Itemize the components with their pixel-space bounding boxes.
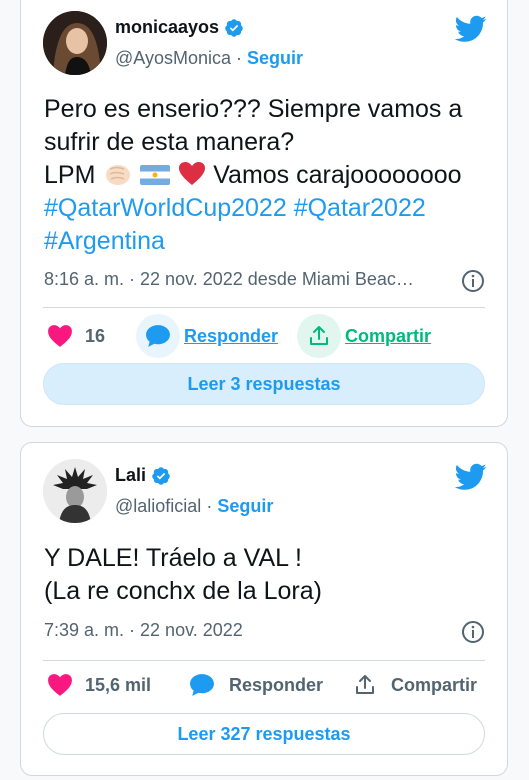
like-count: 15,6 mil	[85, 674, 152, 695]
tweet-text: Y DALE! Tráelo a VAL ! (La re conchx de …	[44, 542, 493, 608]
tweet-text-line: #QatarWorldCup2022 #Qatar2022	[44, 192, 493, 225]
tweet-text-line: sufrir de esta manera?	[44, 128, 295, 156]
separator: ·	[236, 48, 243, 68]
divider	[43, 307, 485, 308]
tweet-text-segment: Vamos carajoooooooo	[213, 161, 462, 189]
hashtag-link[interactable]: #QatarWorldCup2022	[44, 194, 287, 222]
punch-light-skin-emoji	[106, 165, 131, 185]
info-icon[interactable]	[461, 269, 485, 293]
timestamp[interactable]: 8:16 a. m. · 22 nov. 2022 desde Miami Be…	[44, 269, 414, 290]
heart-icon	[48, 674, 72, 696]
like-button[interactable]: 16	[47, 314, 105, 358]
timestamp[interactable]: 7:39 a. m. · 22 nov. 2022	[44, 620, 243, 641]
share-button[interactable]: Compartir	[297, 314, 431, 358]
reply-icon-pill	[136, 314, 180, 358]
hashtag-link[interactable]: #Argentina	[44, 227, 165, 255]
avatar[interactable]	[43, 11, 107, 75]
tweet-text-line: LPM Vamos carajoooooooo	[44, 159, 493, 192]
follow-link[interactable]: Seguir	[247, 48, 303, 68]
argentina-flag-emoji	[140, 165, 171, 185]
tweet-text-line: (La re conchx de la Lora)	[44, 577, 322, 605]
reply-label[interactable]: Responder	[229, 675, 323, 696]
display-name[interactable]: Lali	[115, 465, 146, 486]
handle[interactable]: @AyosMonica	[115, 48, 231, 68]
tweet-text-line: Y DALE! Tráelo a VAL !	[44, 544, 303, 572]
divider	[43, 660, 485, 661]
reply-label[interactable]: Responder	[184, 326, 278, 347]
tweet-card[interactable]: Lali @lalioficial · Seguir Y DALE! Tráel…	[20, 442, 508, 776]
verified-badge-icon	[152, 466, 170, 485]
share-button[interactable]: Compartir	[353, 663, 477, 707]
read-replies-button[interactable]: Leer 327 respuestas	[43, 713, 485, 755]
twitter-bird-icon[interactable]	[455, 15, 487, 43]
display-name[interactable]: monicaayos	[115, 17, 219, 38]
follow-link[interactable]: Seguir	[217, 496, 273, 516]
twitter-bird-icon[interactable]	[455, 463, 487, 491]
verified-badge-icon	[225, 18, 243, 37]
tweet-text: Pero es enserio??? Siempre vamos a sufri…	[44, 93, 493, 258]
info-icon[interactable]	[461, 620, 485, 644]
reply-button[interactable]: Responder	[136, 314, 278, 358]
separator: ·	[206, 496, 213, 516]
tweet-text-segment: LPM	[44, 161, 96, 189]
handle[interactable]: @lalioficial	[115, 496, 201, 516]
tweet-text-line: Pero es enserio??? Siempre vamos a	[44, 95, 463, 123]
tweet-text-line: #Argentina	[44, 225, 493, 258]
reply-button[interactable]: Responder	[189, 663, 323, 707]
like-button[interactable]: 15,6 mil	[47, 663, 151, 707]
tweet-card[interactable]: monicaayos @AyosMonica · Seguir Pero es …	[20, 0, 508, 427]
hashtag-link[interactable]: #Qatar2022	[294, 194, 426, 222]
share-label[interactable]: Compartir	[391, 675, 477, 696]
like-count: 16	[85, 325, 106, 346]
speech-bubble-icon	[190, 674, 214, 696]
share-upload-icon	[310, 326, 328, 345]
share-icon-pill	[297, 314, 341, 358]
read-replies-button[interactable]: Leer 3 respuestas	[43, 363, 485, 405]
avatar[interactable]	[43, 459, 107, 523]
share-upload-icon	[356, 675, 374, 694]
heart-icon	[48, 325, 72, 347]
speech-bubble-icon	[146, 325, 170, 347]
share-label[interactable]: Compartir	[345, 326, 431, 347]
red-heart-emoji	[179, 162, 206, 185]
